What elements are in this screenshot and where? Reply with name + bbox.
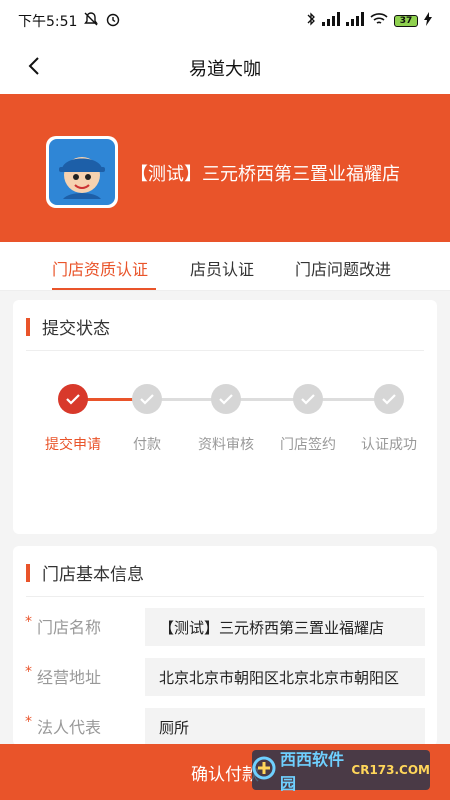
step-2-label: 付款	[133, 437, 161, 453]
step-3-label: 资料审核	[198, 437, 254, 453]
battery-icon: 37	[394, 15, 418, 27]
store-name-input[interactable]: 【测试】三元桥西第三置业福耀店	[145, 608, 425, 646]
wifi-icon	[370, 12, 388, 30]
progress-line	[147, 398, 389, 401]
tab-staff-certification[interactable]: 店员认证	[190, 256, 254, 280]
field-label: 法人代表	[37, 718, 102, 737]
status-card-header: 提交状态	[26, 314, 110, 339]
step-1-circle	[58, 384, 88, 414]
store-banner: 【测试】三元桥西第三置业福耀店	[0, 94, 450, 242]
nav-bar: 易道大咖	[0, 42, 450, 94]
mute-icon	[83, 11, 99, 31]
tab-active-indicator	[52, 288, 156, 290]
status-time: 下午5:51	[18, 14, 78, 30]
basic-info-title: 门店基本信息	[42, 565, 144, 585]
watermark: 西西软件园 CR173.COM	[252, 750, 430, 793]
store-logo	[46, 136, 118, 208]
basic-info-card: 门店基本信息 * 门店名称 【测试】三元桥西第三置业福耀店 * 经营地址 北京北…	[13, 546, 437, 746]
field-business-address: * 经营地址 北京北京市朝阳区北京北京市朝阳区	[13, 658, 425, 696]
check-icon	[66, 394, 80, 405]
address-input[interactable]: 北京北京市朝阳区北京北京市朝阳区	[145, 658, 425, 696]
step-1-label: 提交申请	[45, 437, 101, 453]
status-card-title: 提交状态	[42, 319, 110, 339]
back-button[interactable]	[20, 52, 48, 80]
required-mark: *	[25, 664, 32, 680]
watermark-logo-icon	[252, 756, 276, 784]
step-5-label: 认证成功	[361, 437, 417, 453]
signal-icon-2	[346, 12, 364, 30]
mascot-icon	[49, 139, 115, 205]
check-icon	[140, 394, 154, 405]
check-icon	[219, 394, 233, 405]
charging-icon	[424, 12, 432, 30]
check-icon	[301, 394, 315, 405]
tab-bar: 门店资质认证 店员认证 门店问题改进	[0, 242, 450, 291]
signal-icon	[322, 12, 340, 30]
status-card: 提交状态 提交申请 付款 资料审核 门店签约 认证成功	[13, 300, 437, 534]
field-legal-representative: * 法人代表 厕所	[13, 708, 425, 746]
confirm-payment-label: 确认付款	[191, 764, 259, 785]
field-label: 门店名称	[37, 618, 102, 637]
legal-rep-input[interactable]: 厕所	[145, 708, 425, 746]
alarm-icon	[105, 11, 121, 31]
required-mark: *	[25, 614, 32, 630]
step-2-circle	[132, 384, 162, 414]
tab-store-improvement[interactable]: 门店问题改进	[295, 256, 391, 280]
field-store-name: * 门店名称 【测试】三元桥西第三置业福耀店	[13, 608, 425, 646]
divider	[26, 350, 424, 351]
required-mark: *	[25, 714, 32, 730]
step-3-circle	[211, 384, 241, 414]
basic-info-header: 门店基本信息	[26, 560, 144, 585]
step-4-label: 门店签约	[280, 437, 336, 453]
step-4-circle	[293, 384, 323, 414]
page-title: 易道大咖	[189, 59, 261, 80]
check-icon	[382, 394, 396, 405]
store-name: 【测试】三元桥西第三置业福耀店	[130, 164, 400, 185]
watermark-text: 西西软件园	[280, 750, 345, 793]
chevron-left-icon	[28, 57, 39, 75]
bluetooth-icon	[306, 11, 316, 31]
status-bar: 下午5:51 37	[0, 0, 450, 42]
title-accent-bar	[26, 317, 30, 336]
tab-store-qualification[interactable]: 门店资质认证	[52, 256, 148, 280]
watermark-sub: CR173.COM	[351, 763, 430, 777]
title-accent-bar	[26, 563, 30, 582]
field-label: 经营地址	[37, 668, 102, 687]
step-5-circle	[374, 384, 404, 414]
divider	[26, 596, 424, 597]
